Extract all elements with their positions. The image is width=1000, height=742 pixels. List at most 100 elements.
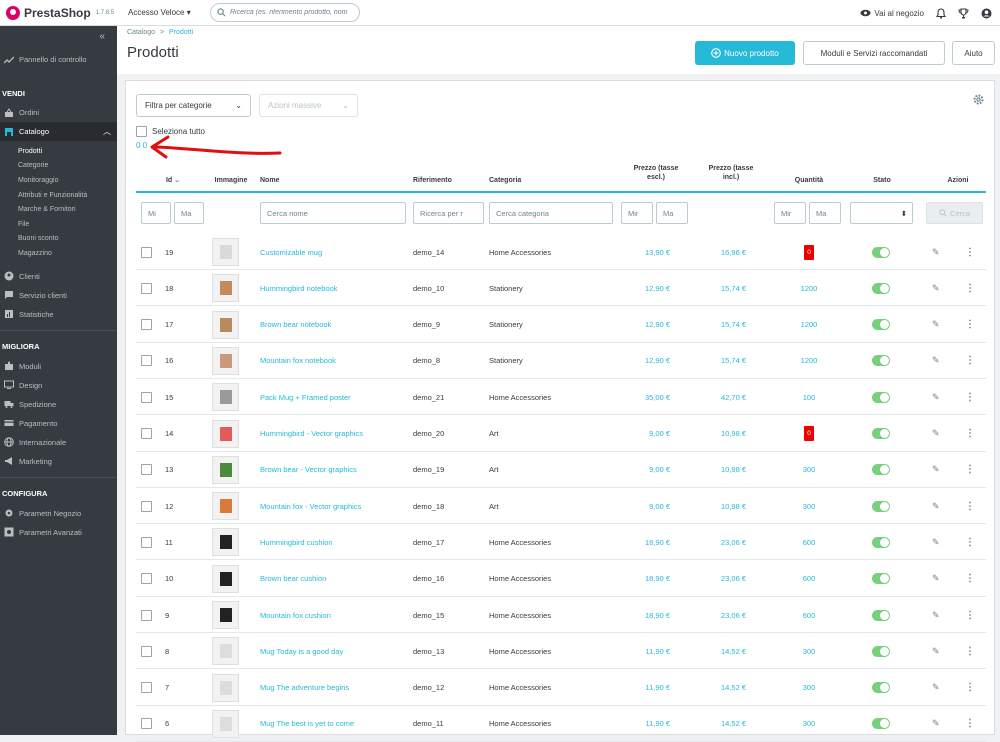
- row-checkbox[interactable]: [141, 391, 152, 403]
- more-actions-icon[interactable]: ⋮: [965, 670, 975, 706]
- edit-pencil-icon[interactable]: ✎: [932, 488, 940, 524]
- help-button[interactable]: Aiuto: [952, 41, 995, 65]
- product-name-link[interactable]: Hummingbird cushion: [260, 524, 333, 560]
- product-name-link[interactable]: Mountain fox cushion: [260, 597, 331, 633]
- column-header-id[interactable]: Id ⌄: [161, 177, 185, 186]
- sidebar-subitem-stock[interactable]: Magazzino: [0, 246, 117, 261]
- gear-icon[interactable]: [973, 94, 984, 105]
- edit-pencil-icon[interactable]: ✎: [932, 524, 940, 560]
- column-header-reference[interactable]: Riferimento: [413, 177, 452, 186]
- product-thumbnail[interactable]: [212, 492, 239, 521]
- edit-pencil-icon[interactable]: ✎: [932, 670, 940, 706]
- product-price-incl[interactable]: 10,98 €: [696, 416, 746, 452]
- filter-categories-dropdown[interactable]: Filtra per categorie ⌄: [136, 94, 251, 117]
- product-price-excl[interactable]: 18,90 €: [620, 524, 670, 560]
- trophy-icon[interactable]: [958, 7, 969, 19]
- row-checkbox[interactable]: [141, 355, 152, 367]
- edit-pencil-icon[interactable]: ✎: [932, 234, 940, 270]
- column-header-price-incl[interactable]: Prezzo (tasse incl.): [700, 165, 762, 183]
- quantity-badge[interactable]: 0: [804, 244, 814, 260]
- product-quantity[interactable]: 1200: [801, 284, 818, 293]
- category-filter-input[interactable]: Cerca categoria: [489, 202, 613, 224]
- row-checkbox[interactable]: [141, 718, 152, 730]
- row-checkbox[interactable]: [141, 246, 152, 258]
- product-name-link[interactable]: Pack Mug + Framed poster: [260, 379, 351, 415]
- status-toggle[interactable]: [872, 282, 890, 294]
- row-checkbox[interactable]: [141, 319, 152, 331]
- product-thumbnail[interactable]: [212, 564, 239, 593]
- product-thumbnail[interactable]: [212, 274, 239, 303]
- sidebar-item-customers[interactable]: Clienti: [0, 267, 117, 286]
- more-actions-icon[interactable]: ⋮: [965, 416, 975, 452]
- status-toggle[interactable]: [872, 609, 890, 621]
- status-toggle[interactable]: [872, 246, 890, 258]
- product-quantity[interactable]: 300: [803, 719, 816, 728]
- product-quantity[interactable]: 300: [803, 502, 816, 511]
- more-actions-icon[interactable]: ⋮: [965, 379, 975, 415]
- sidebar-subitem-files[interactable]: File: [0, 217, 117, 232]
- product-price-incl[interactable]: 23,06 €: [696, 561, 746, 597]
- edit-pencil-icon[interactable]: ✎: [932, 416, 940, 452]
- product-name-link[interactable]: Mug The best is yet to come: [260, 706, 354, 742]
- edit-pencil-icon[interactable]: ✎: [932, 270, 940, 306]
- more-actions-icon[interactable]: ⋮: [965, 706, 975, 742]
- status-toggle[interactable]: [872, 718, 890, 730]
- sidebar-subitem-categories[interactable]: Categorie: [0, 159, 117, 174]
- search-filter-button[interactable]: Cerca: [926, 202, 983, 224]
- product-price-excl[interactable]: 12,90 €: [620, 270, 670, 306]
- search-input[interactable]: Ricerca (es. riferimento prodotto, nom: [210, 3, 360, 22]
- row-checkbox[interactable]: [141, 573, 152, 585]
- product-price-excl[interactable]: 18,90 €: [620, 561, 670, 597]
- product-thumbnail[interactable]: [212, 346, 239, 375]
- edit-pencil-icon[interactable]: ✎: [932, 452, 940, 488]
- product-thumbnail[interactable]: [212, 601, 239, 629]
- edit-pencil-icon[interactable]: ✎: [932, 307, 940, 343]
- product-price-excl[interactable]: 9,00 €: [620, 488, 670, 524]
- product-price-excl[interactable]: 35,00 €: [620, 379, 670, 415]
- logo[interactable]: PrestaShop 1.7.8.5: [0, 5, 122, 20]
- product-quantity[interactable]: 1200: [801, 320, 818, 329]
- edit-pencil-icon[interactable]: ✎: [932, 561, 940, 597]
- sidebar-item-dashboard[interactable]: Pannello di controllo: [0, 50, 117, 69]
- sidebar-item-stats[interactable]: Statistiche: [0, 305, 117, 324]
- sidebar-item-marketing[interactable]: Marketing: [0, 452, 117, 471]
- edit-pencil-icon[interactable]: ✎: [932, 633, 940, 669]
- product-price-excl[interactable]: 12,90 €: [620, 343, 670, 379]
- row-checkbox[interactable]: [141, 428, 152, 439]
- status-toggle[interactable]: [872, 536, 890, 548]
- quick-access-dropdown[interactable]: Accesso Veloce ▾: [122, 8, 204, 17]
- product-thumbnail[interactable]: [212, 455, 239, 484]
- product-price-incl[interactable]: 14,52 €: [696, 633, 746, 669]
- quantity-badge[interactable]: 0: [804, 426, 814, 441]
- sidebar-item-customer-service[interactable]: Servizio clienti: [0, 286, 117, 305]
- more-actions-icon[interactable]: ⋮: [965, 488, 975, 524]
- product-quantity[interactable]: 300: [803, 465, 816, 474]
- user-account-icon[interactable]: [981, 8, 992, 19]
- product-price-excl[interactable]: 9,00 €: [620, 416, 670, 452]
- sidebar-item-shop-parameters[interactable]: Parametri Negozio: [0, 504, 117, 523]
- more-actions-icon[interactable]: ⋮: [965, 307, 975, 343]
- column-header-quantity[interactable]: Quantità: [784, 177, 834, 186]
- qty-max-input[interactable]: Ma: [809, 202, 841, 224]
- product-quantity[interactable]: 300: [803, 683, 816, 692]
- row-checkbox[interactable]: [141, 536, 152, 548]
- status-toggle[interactable]: [872, 682, 890, 694]
- product-name-link[interactable]: Mug The adventure begins: [260, 670, 349, 706]
- product-price-excl[interactable]: 11,90 €: [620, 633, 670, 669]
- product-thumbnail[interactable]: [212, 238, 239, 266]
- price-max-input[interactable]: Ma: [656, 202, 688, 224]
- sidebar-subitem-discounts[interactable]: Buoni sconto: [0, 232, 117, 247]
- edit-pencil-icon[interactable]: ✎: [932, 379, 940, 415]
- row-checkbox[interactable]: [141, 682, 152, 694]
- product-price-excl[interactable]: 13,90 €: [620, 234, 670, 270]
- new-product-button[interactable]: Nuovo prodotto: [695, 41, 795, 65]
- sidebar-item-advanced-parameters[interactable]: Parametri Avanzati: [0, 523, 117, 542]
- status-toggle[interactable]: [872, 645, 890, 657]
- view-store-link[interactable]: Vai al negozio: [860, 9, 924, 18]
- column-header-category[interactable]: Categoria: [489, 177, 521, 186]
- edit-pencil-icon[interactable]: ✎: [932, 343, 940, 379]
- more-actions-icon[interactable]: ⋮: [965, 452, 975, 488]
- sidebar-item-modules[interactable]: Moduli: [0, 357, 117, 376]
- product-thumbnail[interactable]: [212, 709, 239, 738]
- status-toggle[interactable]: [872, 355, 890, 367]
